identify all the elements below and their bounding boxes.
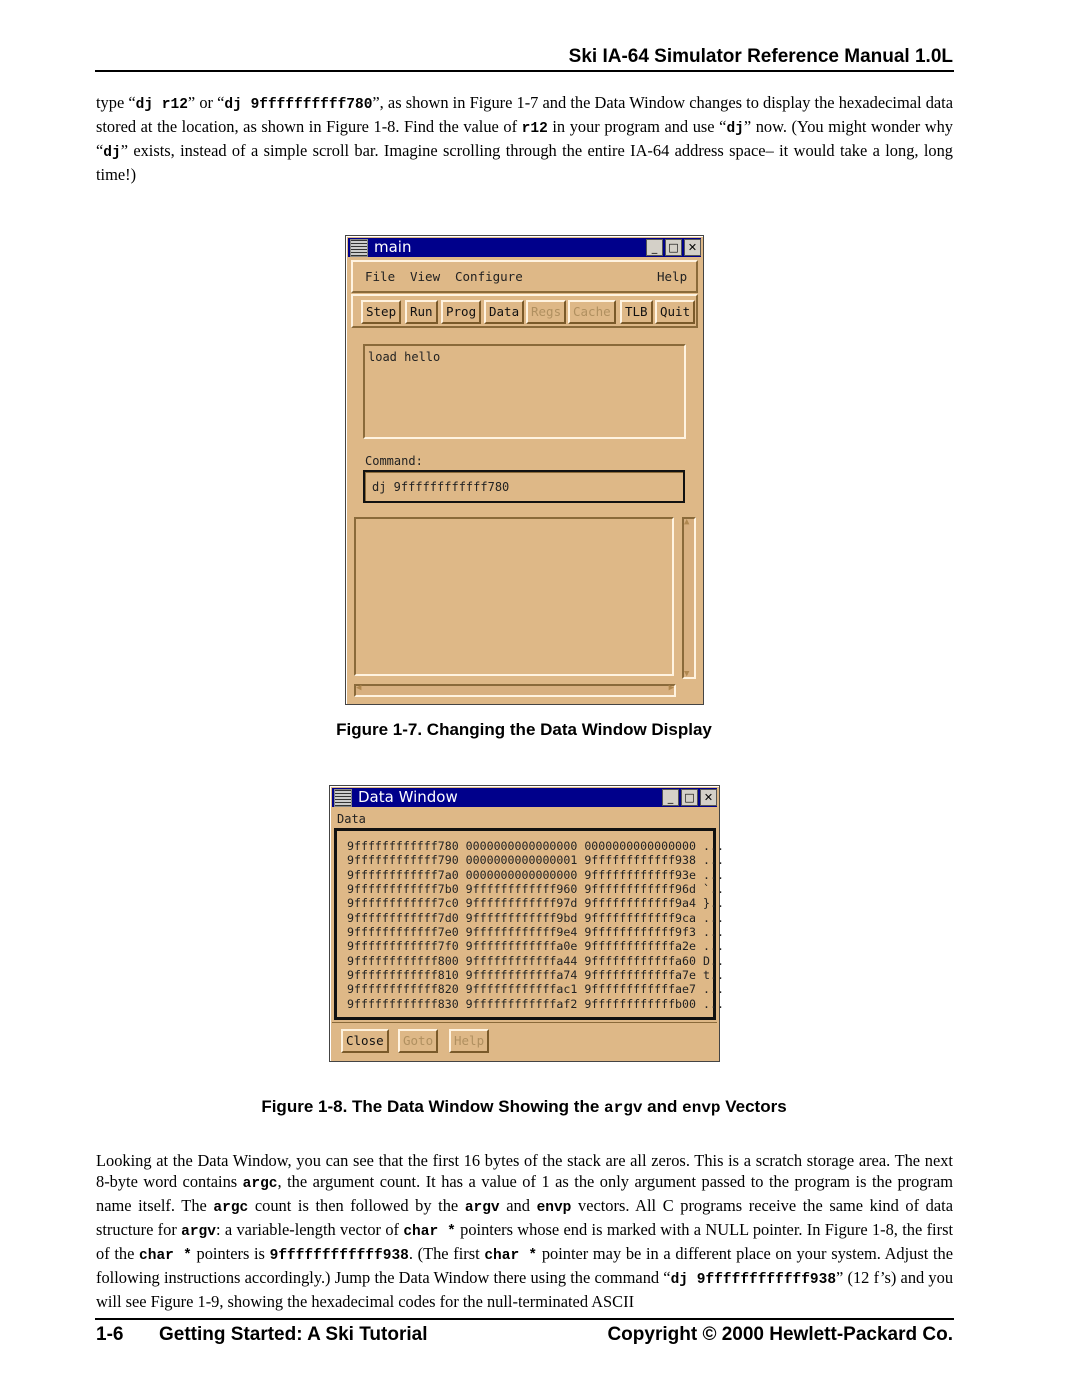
inline-code: envp — [682, 1099, 721, 1117]
data-row: 9ffffffffffff780 0000000000000000 000000… — [347, 839, 724, 853]
scroll-right-icon[interactable]: ▶ — [669, 683, 674, 693]
inline-code: dj 9ffffffffffff938 — [670, 1272, 837, 1288]
data-row: 9ffffffffffff7a0 0000000000000000 9fffff… — [347, 867, 724, 882]
menu-help[interactable]: Help — [657, 269, 687, 284]
divider — [332, 1022, 717, 1023]
data-row: 9ffffffffffff7b0 9ffffffffffff960 9fffff… — [347, 882, 724, 897]
inline-code: argc — [242, 1176, 278, 1192]
inline-code: argv — [181, 1224, 216, 1240]
title-bar[interactable]: main _ □ ✕ — [348, 238, 701, 257]
copyright: Copyright © 2000 Hewlett-Packard Co. — [607, 1324, 953, 1345]
inline-code: argv — [604, 1099, 643, 1117]
inline-code: envp — [536, 1200, 572, 1216]
scroll-up-icon[interactable]: ▲ — [684, 517, 689, 527]
figure-1-7-caption: Figure 1-7. Changing the Data Window Dis… — [336, 720, 712, 739]
data-rows: 9ffffffffffff780 0000000000000000 000000… — [347, 839, 724, 1011]
data-row: 9ffffffffffff7d0 9ffffffffffff9bd 9fffff… — [347, 910, 724, 925]
data-row: 9ffffffffffff7e0 9ffffffffffff9e4 9fffff… — [347, 925, 724, 940]
text-run: . (The first — [408, 1244, 485, 1263]
data-button[interactable]: Data — [484, 300, 525, 324]
text-run: in your program and use “ — [547, 117, 727, 136]
horizontal-scrollbar[interactable]: ◀ ▶ — [354, 683, 676, 697]
menu-configure[interactable]: Configure — [455, 269, 523, 284]
menu-data[interactable]: Data — [337, 812, 366, 826]
data-row: 9ffffffffffff7c0 9ffffffffffff97d 9fffff… — [347, 896, 724, 911]
data-pane[interactable] — [354, 517, 674, 676]
data-window: Data Window _ □ ✕ Data 9ffffffffffff780 … — [329, 785, 724, 1062]
inline-code: 9ffffffffffff938 — [269, 1248, 409, 1264]
window-menu-icon[interactable] — [350, 239, 368, 257]
running-header: Ski IA-64 Simulator Reference Manual 1.0… — [568, 46, 953, 67]
menu-bar: File View Configure Help — [351, 260, 698, 293]
window-menu-icon[interactable] — [334, 789, 352, 807]
inline-code: argc — [213, 1200, 249, 1216]
inline-code: r12 — [521, 121, 548, 137]
vertical-scrollbar[interactable]: ▲ ▼ — [682, 517, 696, 679]
data-display[interactable]: 9ffffffffffff780 0000000000000000 000000… — [334, 828, 724, 1020]
toolbar: Step Run Prog Data Regs Cache TLB Quit — [351, 294, 698, 328]
window-title: main — [374, 238, 412, 256]
inline-code: dj — [103, 145, 121, 161]
run-button[interactable]: Run — [405, 300, 438, 324]
menu-file[interactable]: File — [365, 269, 395, 284]
text-run: and — [499, 1196, 537, 1215]
text-run: : a variable-length vector of — [215, 1220, 404, 1239]
text-run: type “ — [96, 93, 136, 112]
data-row: 9ffffffffffff830 9ffffffffffffaf2 9fffff… — [347, 996, 724, 1011]
inline-code: dj — [726, 121, 744, 137]
quit-button[interactable]: Quit — [655, 300, 696, 324]
text-run: ” or “ — [187, 93, 225, 112]
log-text: load hello — [368, 350, 441, 364]
title-bar[interactable]: Data Window _ □ ✕ — [332, 788, 717, 807]
data-row: 9ffffffffffff820 9ffffffffffffac1 9fffff… — [347, 982, 724, 997]
close-icon[interactable]: ✕ — [684, 239, 701, 256]
command-label: Command: — [365, 454, 423, 468]
goto-button[interactable]: Goto — [398, 1029, 439, 1053]
inline-code: char * — [484, 1248, 538, 1264]
body-paragraph: Looking at the Data Window, you can see … — [96, 1150, 953, 1312]
cache-button[interactable]: Cache — [568, 300, 616, 324]
text-run: and — [642, 1097, 683, 1116]
window-title: Data Window — [358, 788, 458, 806]
chapter-title: Getting Started: A Ski Tutorial — [159, 1324, 428, 1345]
header-rule — [95, 70, 954, 72]
scroll-down-icon[interactable]: ▼ — [684, 669, 689, 679]
prog-button[interactable]: Prog — [441, 300, 482, 324]
command-input[interactable]: dj 9ffffffffffff780 — [363, 470, 685, 503]
data-row: 9ffffffffffff790 0000000000000001 9fffff… — [347, 853, 724, 868]
footer-rule — [95, 1318, 954, 1320]
close-button[interactable]: Close — [341, 1029, 389, 1053]
document-page: Ski IA-64 Simulator Reference Manual 1.0… — [0, 0, 1080, 1397]
page-number: 1-6 — [96, 1324, 124, 1345]
inline-code: dj r12 — [135, 97, 188, 113]
command-log[interactable]: load hello — [363, 344, 686, 439]
inline-code: dj 9ffffffffff780 — [224, 97, 373, 113]
inline-code: char * — [139, 1248, 192, 1264]
minimize-icon[interactable]: _ — [662, 789, 679, 806]
step-button[interactable]: Step — [361, 300, 402, 324]
minimize-icon[interactable]: _ — [646, 239, 663, 256]
close-icon[interactable]: ✕ — [700, 789, 717, 806]
text-run: Figure 1-8. The Data Window Showing the — [261, 1097, 605, 1116]
data-row: 9ffffffffffff810 9ffffffffffffa74 9fffff… — [347, 968, 724, 983]
maximize-icon[interactable]: □ — [681, 789, 698, 806]
tlb-button[interactable]: TLB — [620, 300, 653, 324]
text-run: ” exists, instead of a simple scroll bar… — [96, 141, 953, 184]
command-value: dj 9ffffffffffff780 — [372, 480, 510, 494]
data-row: 9ffffffffffff800 9ffffffffffffa44 9fffff… — [347, 953, 724, 968]
inline-code: argv — [464, 1200, 500, 1216]
text-run: count is then followed by the — [248, 1196, 465, 1215]
regs-button[interactable]: Regs — [526, 300, 567, 324]
text-run: pointers is — [191, 1244, 270, 1263]
intro-paragraph: type “dj r12” or “dj 9ffffffffff780”, as… — [96, 92, 953, 185]
menu-view[interactable]: View — [410, 269, 440, 284]
main-window: main _ □ ✕ File View Configure Help Step… — [345, 235, 704, 705]
inline-code: char * — [403, 1224, 456, 1240]
figure-1-8-caption: Figure 1-8. The Data Window Showing the … — [0, 1097, 1048, 1117]
help-button[interactable]: Help — [449, 1029, 490, 1053]
data-row: 9ffffffffffff7f0 9ffffffffffffa0e 9fffff… — [347, 939, 724, 954]
maximize-icon[interactable]: □ — [665, 239, 682, 256]
scroll-left-icon[interactable]: ◀ — [356, 683, 361, 693]
text-run: Vectors — [720, 1097, 787, 1116]
